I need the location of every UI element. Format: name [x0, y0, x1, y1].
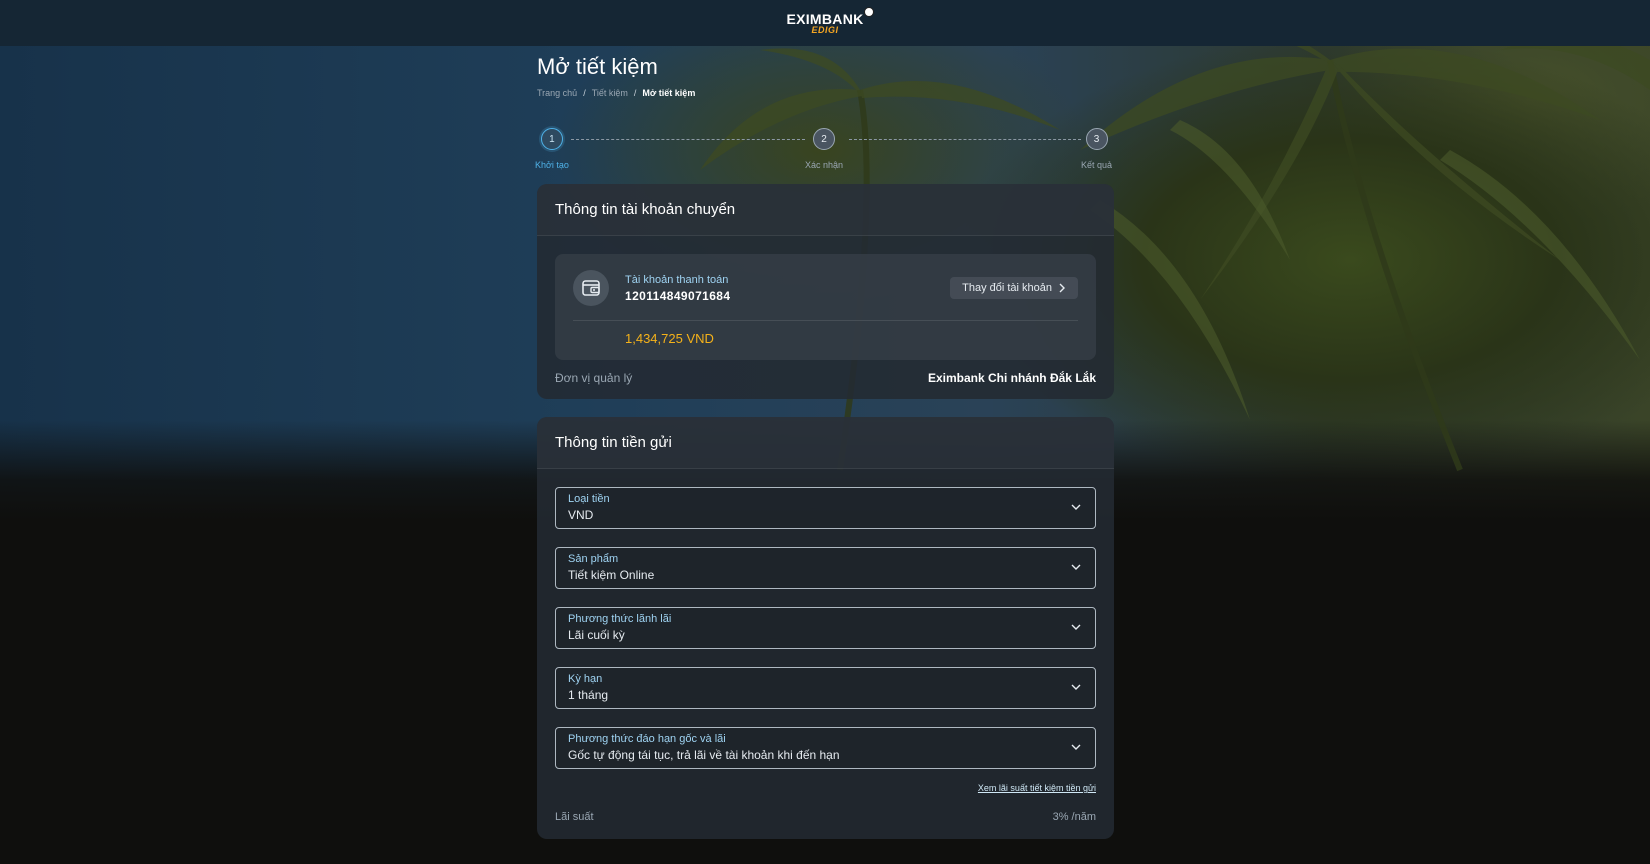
source-account-title: Thông tin tài khoản chuyển [537, 184, 1114, 236]
view-rates-link[interactable]: Xem lãi suất tiết kiệm tiền gửi [555, 783, 1096, 793]
term-select[interactable]: Kỳ hạn 1 tháng [555, 667, 1096, 709]
interest-rate-row: Lãi suất 3% /năm [555, 811, 1096, 823]
account-type: Tài khoản thanh toán [625, 273, 729, 286]
step-label: Khởi tạo [535, 160, 569, 170]
step-number: 2 [813, 128, 836, 150]
chevron-down-icon [1071, 564, 1081, 570]
step-connector [571, 139, 805, 140]
top-header: EXIMBANK EDIGI [0, 0, 1650, 46]
account-number: 120114849071684 [625, 288, 731, 303]
main-content: Mở tiết kiệm Trang chủ / Tiết kiệm / Mở … [535, 46, 1114, 839]
breadcrumb-home[interactable]: Trang chủ [537, 88, 577, 98]
step-number: 3 [1085, 128, 1108, 150]
management-value: Eximbank Chi nhánh Đắk Lắk [927, 371, 1096, 385]
account-divider [573, 320, 1078, 321]
step-confirm: 2 Xác nhận [805, 128, 843, 170]
field-value: VND [568, 508, 594, 522]
breadcrumb-separator: / [633, 88, 637, 98]
product-select[interactable]: Sản phẩm Tiết kiệm Online [555, 547, 1096, 589]
account-balance: 1,434,725 VND [625, 331, 714, 346]
step-label: Kết quả [1081, 160, 1113, 170]
deposit-info-title: Thông tin tiền gửi [537, 417, 1114, 469]
chevron-down-icon [1071, 744, 1081, 750]
chevron-right-icon [1059, 283, 1065, 293]
interest-rate-label: Lãi suất [555, 811, 594, 823]
breadcrumb: Trang chủ / Tiết kiệm / Mở tiết kiệm [537, 88, 1114, 98]
step-result: 3 Kết quả [1081, 128, 1112, 170]
maturity-method-select[interactable]: Phương thức đáo hạn gốc và lãi Gốc tự độ… [555, 727, 1096, 769]
stepper: 1 Khởi tạo 2 Xác nhận 3 Kết quả [535, 128, 1114, 174]
page-title: Mở tiết kiệm [537, 54, 658, 79]
change-account-button[interactable]: Thay đổi tài khoản [950, 277, 1078, 299]
change-account-label: Thay đổi tài khoản [962, 282, 1052, 294]
field-label: Phương thức lãnh lãi [568, 613, 672, 625]
wallet-icon [573, 270, 609, 306]
breadcrumb-current: Mở tiết kiệm [642, 88, 696, 98]
field-label: Loại tiền [568, 493, 610, 505]
field-value: Gốc tự động tái tục, trả lãi về tài khoả… [568, 748, 840, 762]
step-connector [849, 139, 1081, 140]
interest-payout-select[interactable]: Phương thức lãnh lãi Lãi cuối kỳ [555, 607, 1096, 649]
step-initiate: 1 Khởi tạo [535, 128, 569, 170]
logo-sub-brand: EDIGI [811, 25, 839, 35]
chevron-down-icon [1071, 624, 1081, 630]
breadcrumb-savings[interactable]: Tiết kiệm [592, 88, 628, 98]
step-number: 1 [540, 128, 563, 150]
account-box: Tài khoản thanh toán 120114849071684 Tha… [555, 254, 1096, 360]
breadcrumb-separator: / [583, 88, 586, 98]
field-label: Phương thức đáo hạn gốc và lãi [568, 733, 726, 745]
deposit-info-card: Thông tin tiền gửi Loại tiền VND Sản phẩ… [537, 417, 1114, 839]
currency-select[interactable]: Loại tiền VND [555, 487, 1096, 529]
field-value: Tiết kiệm Online [568, 568, 655, 582]
source-account-card: Thông tin tài khoản chuyển Tài khoản tha… [537, 184, 1114, 399]
step-label: Xác nhận [805, 160, 844, 170]
chevron-down-icon [1071, 504, 1081, 510]
management-row: Đơn vị quản lý Eximbank Chi nhánh Đắk Lắ… [555, 371, 1096, 385]
management-label: Đơn vị quản lý [555, 371, 633, 385]
field-value: Lãi cuối kỳ [568, 628, 625, 642]
field-label: Kỳ hạn [568, 673, 603, 685]
eximbank-logo[interactable]: EXIMBANK EDIGI [786, 7, 874, 35]
interest-rate-value: 3% /năm [1052, 811, 1096, 823]
logo-ball-icon [863, 7, 874, 17]
field-label: Sản phẩm [568, 553, 619, 565]
chevron-down-icon [1071, 684, 1081, 690]
field-value: 1 tháng [568, 688, 609, 702]
